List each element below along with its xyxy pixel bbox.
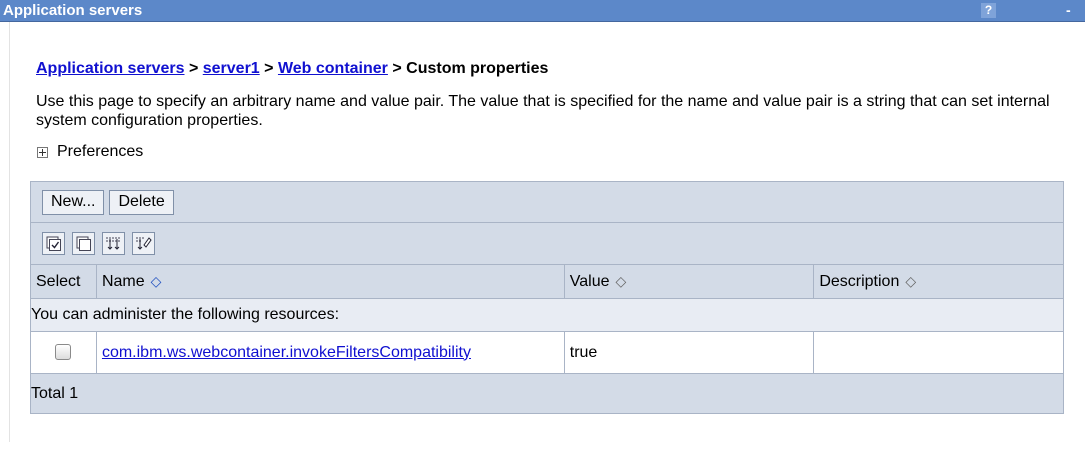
row-select-cell (30, 331, 97, 374)
preferences-toggle[interactable]: Preferences (36, 142, 1076, 162)
breadcrumb-link-application-servers[interactable]: Application servers (36, 60, 185, 77)
total-count: Total 1 (30, 373, 1064, 414)
table-row: com.ibm.ws.webcontainer.invokeFiltersCom… (30, 331, 1064, 374)
action-toolbar: New... Delete (30, 181, 1064, 223)
main-content: Application servers > server1 > Web cont… (36, 60, 1076, 162)
column-header-value[interactable]: Value ◇ (563, 264, 815, 299)
breadcrumb-link-web-container[interactable]: Web container (278, 60, 388, 77)
row-value-cell: true (563, 331, 815, 374)
sort-ascending-icon[interactable]: ◇ (151, 273, 162, 290)
total-row: Total 1 (30, 373, 1064, 414)
breadcrumb: Application servers > server1 > Web cont… (36, 60, 1076, 82)
info-row: You can administer the following resourc… (30, 298, 1064, 332)
clear-filter-icon[interactable] (132, 232, 155, 255)
breadcrumb-separator: > (392, 60, 402, 77)
window-title: Application servers (3, 2, 143, 19)
column-header-name[interactable]: Name ◇ (95, 264, 565, 299)
breadcrumb-link-server1[interactable]: server1 (203, 60, 260, 77)
left-divider (9, 22, 10, 442)
title-bar: Application servers ? - (0, 0, 1085, 22)
icon-toolbar (30, 222, 1064, 265)
deselect-all-icon[interactable] (72, 232, 95, 255)
row-name-cell: com.ibm.ws.webcontainer.invokeFiltersCom… (95, 331, 565, 374)
info-text: You can administer the following resourc… (30, 298, 1064, 332)
page-description: Use this page to specify an arbitrary na… (36, 93, 1050, 129)
select-all-icon[interactable] (42, 232, 65, 255)
breadcrumb-separator: > (264, 60, 274, 77)
delete-button[interactable]: Delete (109, 189, 174, 215)
breadcrumb-separator: > (188, 60, 199, 77)
new-button[interactable]: New... (42, 189, 105, 215)
row-description-cell (813, 331, 1064, 374)
row-checkbox[interactable] (55, 344, 72, 361)
sort-icon[interactable]: ◇ (905, 273, 916, 290)
expand-plus-icon[interactable] (37, 146, 48, 158)
table-header-row: Select Name ◇ Value ◇ Description ◇ (30, 264, 1064, 299)
show-filter-icon[interactable] (102, 232, 125, 255)
column-header-select: Select (30, 264, 97, 299)
breadcrumb-current: Custom properties (406, 60, 549, 77)
preferences-label: Preferences (57, 143, 144, 160)
column-header-description[interactable]: Description ◇ (813, 264, 1064, 299)
property-name-link[interactable]: com.ibm.ws.webcontainer.invokeFiltersCom… (102, 344, 471, 361)
sort-icon[interactable]: ◇ (615, 273, 626, 290)
help-button[interactable]: ? (981, 3, 996, 18)
custom-properties-table: New... Delete Select Name ◇ Value ◇ Desc… (30, 181, 1064, 414)
minimize-button[interactable]: - (1066, 2, 1071, 18)
